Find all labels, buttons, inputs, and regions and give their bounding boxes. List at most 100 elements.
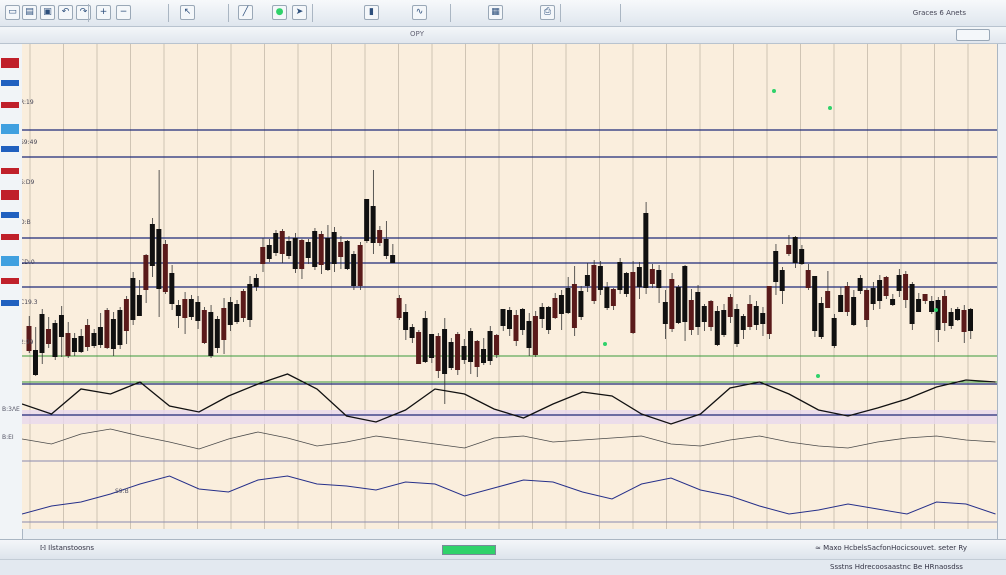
candle-body (396, 298, 402, 318)
candle-body (558, 295, 564, 314)
price-label: S:D9 (22, 179, 34, 186)
candle-body (422, 318, 428, 362)
candle-body (195, 302, 201, 321)
candle-body (494, 335, 499, 355)
line-tool-icon[interactable]: ╱ (238, 5, 253, 20)
footer-right-text: Ssstns Hdrecoosaastnc Be HRnaosdss (830, 563, 963, 571)
candle-body (260, 247, 266, 264)
print-icon[interactable]: ⎙ (540, 5, 555, 20)
save-icon[interactable]: ▣ (40, 5, 55, 20)
candle-body (208, 312, 214, 356)
left-indicator-panel[interactable] (0, 44, 23, 539)
candle-body (156, 229, 162, 289)
candle-body (539, 307, 545, 319)
candle-body (565, 288, 571, 313)
candle-body (805, 270, 811, 288)
candle-body (597, 266, 603, 290)
candle-body (253, 278, 259, 287)
indicator-swatch[interactable] (1, 124, 19, 134)
candle-body (240, 291, 246, 318)
candle-body (58, 315, 64, 337)
candle-body (799, 249, 805, 264)
indicator-swatch[interactable] (1, 256, 19, 266)
candle-body (623, 273, 629, 294)
indicator-swatch[interactable] (1, 58, 19, 68)
candle-body (344, 241, 350, 269)
chart-name: ΟΡΥ (410, 30, 425, 38)
secondary-toolbar: ΟΡΥ (0, 27, 1006, 44)
candle-body (532, 316, 538, 355)
candle-body (701, 306, 707, 322)
line-chart-icon[interactable]: ∿ (412, 5, 427, 20)
candle-body (961, 310, 967, 332)
osc-top-label: B:3ΛΕ (2, 406, 20, 413)
toolbar-separator (450, 4, 451, 22)
candle-body (175, 305, 181, 316)
cursor-icon[interactable]: ↖ (180, 5, 195, 20)
candle-body (149, 224, 155, 266)
indicator-swatch[interactable] (1, 102, 19, 108)
candle-body (552, 298, 558, 318)
main-toolbar: ▭ ▤ ▣ ↶ ↷ + − ↖ ╱ ● ➤ ▮ ∿ ▦ ⎙ Graces 6 Anets (0, 0, 1006, 27)
candle-body (279, 231, 285, 254)
bottom-left-text: ℍ Ilstanstoosns (40, 544, 94, 552)
green-circle-icon[interactable]: ● (272, 5, 287, 20)
candle-body (214, 319, 220, 348)
candle-body (188, 299, 194, 317)
candle-body (682, 266, 688, 322)
indicator-swatch[interactable] (1, 168, 19, 174)
candle-body (84, 325, 90, 347)
grid-icon[interactable]: ▦ (488, 5, 503, 20)
indicator-swatch[interactable] (1, 234, 19, 240)
undo-icon[interactable]: ↶ (58, 5, 73, 20)
indicator-swatch[interactable] (1, 146, 19, 152)
candle-body (779, 270, 785, 291)
candle-body (221, 308, 227, 340)
candle-body (435, 336, 441, 371)
candle-body (591, 265, 597, 301)
candle-body (273, 233, 279, 253)
indicator-swatch[interactable] (1, 300, 19, 306)
candle-body (617, 262, 623, 290)
candle-body (656, 270, 662, 288)
scroll-control[interactable] (956, 29, 990, 41)
candle-body (318, 234, 324, 265)
right-scroll-panel[interactable] (997, 44, 1006, 539)
price-label: R:19 (22, 99, 34, 106)
price-label: 2:99 (22, 339, 34, 346)
progress-fill (443, 546, 495, 554)
toolbar-separator (228, 4, 229, 22)
lower-panel-label: S9:B (115, 488, 129, 495)
candle-body (338, 242, 344, 257)
candle-body (468, 331, 474, 362)
zoom-in-icon[interactable]: + (96, 5, 111, 20)
osc-low-label: B:ΕΙ (2, 434, 14, 441)
chart-candle-icon[interactable]: ▮ (364, 5, 379, 20)
price-label: D:B (22, 219, 31, 226)
candle-body (383, 239, 389, 256)
zoom-out-icon[interactable]: − (116, 5, 131, 20)
open-icon[interactable]: ▤ (22, 5, 37, 20)
candle-body (909, 284, 915, 324)
candle-body (448, 342, 454, 368)
indicator-swatch[interactable] (1, 190, 19, 200)
price-chart[interactable]: R:19 S9:49 S:D9 D:B CD:0 C19.3 2:99 B:3ΛΕ B:ΕΙ… (2, 44, 997, 529)
indicator-swatch[interactable] (1, 278, 19, 284)
candle-body (610, 289, 616, 306)
candle-body (883, 277, 889, 296)
new-chart-icon[interactable]: ▭ (5, 5, 20, 20)
candle-body (844, 286, 850, 312)
candle-body (838, 295, 844, 312)
candle-body (286, 241, 292, 256)
candle-body (942, 296, 948, 323)
candle-body (429, 334, 435, 358)
arrow-icon[interactable]: ➤ (292, 5, 307, 20)
candle-body (688, 300, 694, 330)
candle-body (331, 232, 337, 264)
candle-body (968, 309, 973, 331)
signal-marker (603, 342, 607, 346)
candle-body (455, 334, 461, 370)
indicator-swatch[interactable] (1, 212, 19, 218)
indicator-swatch[interactable] (1, 80, 19, 86)
candle-body (461, 346, 467, 360)
